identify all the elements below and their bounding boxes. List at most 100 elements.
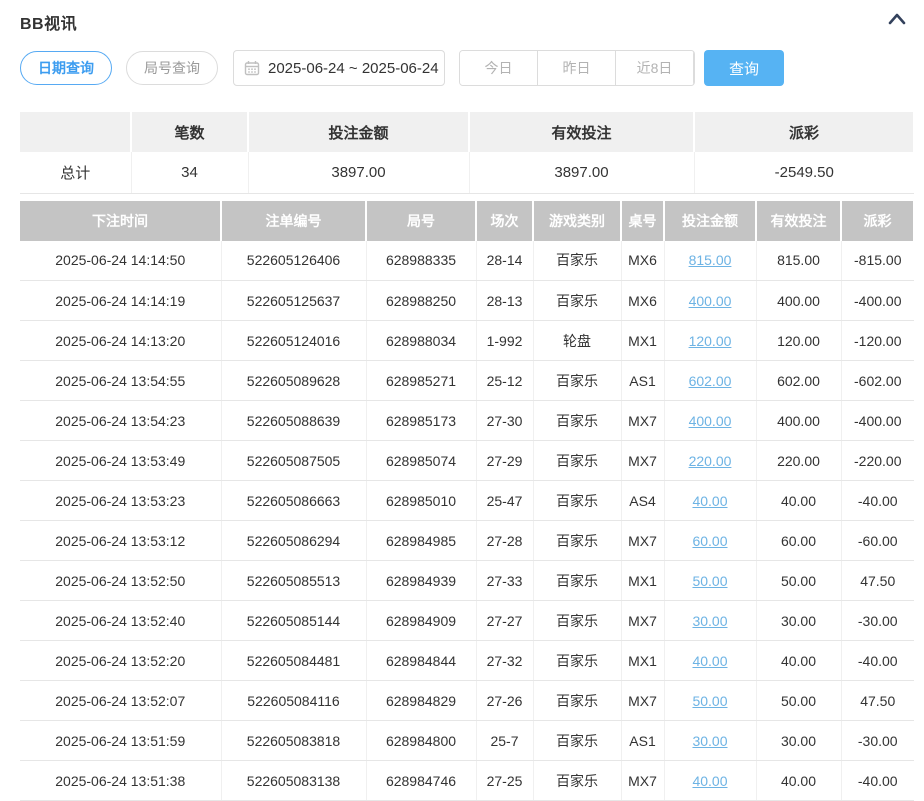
cell-bet-amount: 40.00 <box>664 641 756 681</box>
cell-round-id: 628985173 <box>366 401 476 441</box>
cell-payout: -60.00 <box>841 521 914 561</box>
bet-amount-link[interactable]: 220.00 <box>689 453 732 469</box>
cell-game-type: 百家乐 <box>533 241 621 281</box>
cell-round-id: 628985074 <box>366 441 476 481</box>
cell-round-id: 628988335 <box>366 241 476 281</box>
bet-amount-link[interactable]: 40.00 <box>692 653 727 669</box>
search-button[interactable]: 查询 <box>704 50 784 86</box>
cell-bet-id: 522605084116 <box>221 681 366 721</box>
cell-payout: -400.00 <box>841 281 914 321</box>
bet-amount-link[interactable]: 120.00 <box>689 333 732 349</box>
record-row: 2025-06-24 13:51:38 522605083138 6289847… <box>20 761 914 801</box>
cell-bet-amount: 50.00 <box>664 561 756 601</box>
cell-table-no: AS4 <box>621 481 664 521</box>
cell-bet-id: 522605087505 <box>221 441 366 481</box>
cell-bet-time: 2025-06-24 13:53:12 <box>20 521 221 561</box>
cell-bet-id: 522605089628 <box>221 361 366 401</box>
cell-bet-time: 2025-06-24 14:14:50 <box>20 241 221 281</box>
records-header-cell: 场次 <box>476 201 533 241</box>
record-row: 2025-06-24 13:52:50 522605085513 6289849… <box>20 561 914 601</box>
tab-round-query[interactable]: 局号查询 <box>126 51 218 85</box>
cell-game-type: 百家乐 <box>533 761 621 801</box>
cell-valid-bet: 50.00 <box>756 681 841 721</box>
cell-game-type: 百家乐 <box>533 721 621 761</box>
cell-valid-bet: 60.00 <box>756 521 841 561</box>
cell-table-no: MX6 <box>621 241 664 281</box>
calendar-icon <box>244 60 260 76</box>
collapse-panel-button[interactable] <box>886 8 908 30</box>
cell-payout: -30.00 <box>841 721 914 761</box>
cell-game-type: 百家乐 <box>533 641 621 681</box>
cell-bet-time: 2025-06-24 13:52:50 <box>20 561 221 601</box>
chevron-up-icon <box>888 13 906 25</box>
cell-bet-time: 2025-06-24 14:14:19 <box>20 281 221 321</box>
cell-valid-bet: 30.00 <box>756 601 841 641</box>
cell-table-no: MX7 <box>621 441 664 481</box>
quick-date-button[interactable]: 近8日 <box>616 51 694 85</box>
cell-bet-time: 2025-06-24 13:52:40 <box>20 601 221 641</box>
cell-bet-id: 522605085144 <box>221 601 366 641</box>
cell-session: 25-12 <box>476 361 533 401</box>
bet-amount-link[interactable]: 50.00 <box>692 693 727 709</box>
cell-bet-id: 522605125637 <box>221 281 366 321</box>
bet-amount-link[interactable]: 815.00 <box>689 252 732 268</box>
bet-amount-link[interactable]: 30.00 <box>692 613 727 629</box>
cell-payout: 47.50 <box>841 681 914 721</box>
filter-toolbar: 日期查询 局号查询 2025-06-24 ~ 2025-06-24 今日 昨日 <box>20 50 904 86</box>
bet-amount-link[interactable]: 30.00 <box>692 733 727 749</box>
cell-game-type: 百家乐 <box>533 361 621 401</box>
cell-payout: -815.00 <box>841 241 914 281</box>
quick-date-button[interactable]: 今日 <box>460 51 538 85</box>
cell-payout: -120.00 <box>841 321 914 361</box>
cell-session: 28-14 <box>476 241 533 281</box>
cell-session: 25-47 <box>476 481 533 521</box>
cell-table-no: MX1 <box>621 641 664 681</box>
cell-bet-amount: 602.00 <box>664 361 756 401</box>
cell-valid-bet: 400.00 <box>756 401 841 441</box>
cell-valid-bet: 120.00 <box>756 321 841 361</box>
cell-bet-id: 522605083138 <box>221 761 366 801</box>
bet-amount-link[interactable]: 50.00 <box>692 573 727 589</box>
cell-bet-time: 2025-06-24 13:51:38 <box>20 761 221 801</box>
records-body: 2025-06-24 14:14:50 522605126406 6289883… <box>20 241 914 801</box>
quick-date-button-group: 今日 昨日 近8日 <box>459 50 695 86</box>
tab-date-query[interactable]: 日期查询 <box>20 51 112 85</box>
cell-table-no: AS1 <box>621 361 664 401</box>
bet-amount-link[interactable]: 40.00 <box>692 493 727 509</box>
cell-session: 27-29 <box>476 441 533 481</box>
records-header-row: 下注时间 注单编号 局号 场次 游戏类别 桌号 投注金额 有效投注 派彩 <box>20 201 914 241</box>
cell-payout: -400.00 <box>841 401 914 441</box>
bet-amount-link[interactable]: 602.00 <box>689 373 732 389</box>
record-row: 2025-06-24 14:14:50 522605126406 6289883… <box>20 241 914 281</box>
cell-game-type: 百家乐 <box>533 521 621 561</box>
cell-valid-bet: 40.00 <box>756 641 841 681</box>
cell-valid-bet: 602.00 <box>756 361 841 401</box>
bet-amount-link[interactable]: 40.00 <box>692 773 727 789</box>
cell-bet-id: 522605086294 <box>221 521 366 561</box>
cell-session: 27-26 <box>476 681 533 721</box>
cell-table-no: MX7 <box>621 681 664 721</box>
cell-session: 27-27 <box>476 601 533 641</box>
cell-game-type: 百家乐 <box>533 681 621 721</box>
record-row: 2025-06-24 13:52:40 522605085144 6289849… <box>20 601 914 641</box>
records-table: 下注时间 注单编号 局号 场次 游戏类别 桌号 投注金额 有效投注 派彩 <box>20 201 915 801</box>
cell-valid-bet: 40.00 <box>756 481 841 521</box>
summary-total-bet-amount: 3897.00 <box>248 152 469 193</box>
bet-amount-link[interactable]: 60.00 <box>692 533 727 549</box>
summary-header-row: 笔数 投注金额 有效投注 派彩 <box>20 112 914 152</box>
cell-game-type: 百家乐 <box>533 561 621 601</box>
cell-bet-time: 2025-06-24 13:51:59 <box>20 721 221 761</box>
record-row: 2025-06-24 13:54:55 522605089628 6289852… <box>20 361 914 401</box>
record-row: 2025-06-24 13:52:07 522605084116 6289848… <box>20 681 914 721</box>
records-header-cell: 局号 <box>366 201 476 241</box>
cell-bet-time: 2025-06-24 13:52:20 <box>20 641 221 681</box>
quick-date-button[interactable]: 昨日 <box>538 51 616 85</box>
cell-payout: -40.00 <box>841 761 914 801</box>
bet-amount-link[interactable]: 400.00 <box>689 413 732 429</box>
date-range-input[interactable]: 2025-06-24 ~ 2025-06-24 <box>233 50 445 86</box>
cell-bet-amount: 815.00 <box>664 241 756 281</box>
bet-amount-link[interactable]: 400.00 <box>689 293 732 309</box>
cell-bet-amount: 400.00 <box>664 401 756 441</box>
cell-round-id: 628985271 <box>366 361 476 401</box>
summary-header-cell: 有效投注 <box>469 112 694 152</box>
